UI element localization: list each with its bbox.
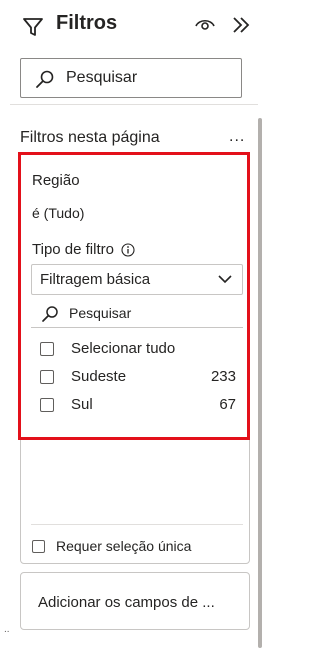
pane-title: Filtros: [56, 12, 118, 34]
divider: [31, 327, 243, 328]
require-single-label: Requer seleção única: [56, 538, 192, 554]
filter-field-value: é (Tudo): [32, 205, 85, 221]
option-label: Sul: [71, 396, 93, 413]
option-label: Selecionar tudo: [71, 340, 176, 357]
chevron-down-icon: [218, 275, 232, 284]
checkbox[interactable]: [40, 398, 54, 412]
checkbox[interactable]: [40, 370, 54, 384]
add-field-label: Adicionar os campos de ...: [38, 594, 215, 611]
checkbox[interactable]: [40, 342, 54, 356]
filter-search-placeholder: Pesquisar: [69, 305, 132, 321]
filter-field-name[interactable]: Região: [32, 172, 80, 189]
filter-search-input[interactable]: Pesquisar: [31, 300, 243, 327]
scrollbar-thumb[interactable]: [258, 118, 262, 648]
double-chevron-right-icon[interactable]: [230, 14, 252, 36]
require-single-select[interactable]: Requer seleção única: [32, 538, 242, 556]
divider: [10, 104, 258, 105]
filter-type-label: Tipo de filtro: [32, 241, 114, 258]
resize-handle[interactable]: ..: [4, 624, 10, 635]
divider: [31, 524, 243, 525]
filter-type-value: Filtragem básica: [40, 271, 151, 288]
eye-icon[interactable]: [194, 15, 216, 33]
search-icon: [42, 306, 58, 322]
add-field-dropzone[interactable]: Adicionar os campos de ...: [20, 572, 250, 630]
option-count: 67: [219, 396, 236, 413]
search-input[interactable]: Pesquisar: [20, 58, 242, 98]
list-item[interactable]: Sul 67: [40, 396, 240, 416]
section-title: Filtros nesta página: [20, 129, 160, 146]
search-icon: [36, 70, 54, 88]
search-placeholder: Pesquisar: [66, 69, 138, 86]
select-all-option[interactable]: Selecionar tudo: [40, 340, 240, 360]
filters-header: Filtros: [0, 0, 269, 52]
option-label: Sudeste: [71, 368, 127, 385]
option-count: 233: [210, 368, 236, 385]
filter-type-dropdown[interactable]: Filtragem básica: [31, 264, 243, 295]
info-icon[interactable]: [121, 243, 135, 257]
list-item[interactable]: Sudeste 233: [40, 368, 240, 388]
checkbox[interactable]: [32, 540, 45, 553]
funnel-icon: [23, 18, 43, 36]
filters-pane: Filtros Pesquisar Filtros nesta página .…: [0, 0, 269, 651]
more-options-button[interactable]: ...: [229, 128, 245, 146]
